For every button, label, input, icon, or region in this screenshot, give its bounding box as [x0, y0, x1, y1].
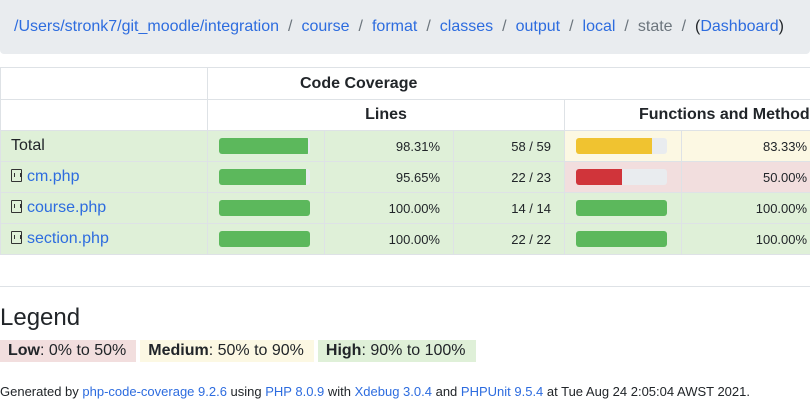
lines-count: 22 / 22 [453, 223, 565, 255]
breadcrumb-item-course[interactable]: course [301, 18, 349, 35]
lines-progress-bar [219, 169, 310, 185]
lines-progress-fill [219, 138, 309, 154]
lines-percent: 95.65% [324, 161, 454, 193]
functions-percent: 100.00% [680, 223, 810, 255]
php-file-icon [11, 200, 22, 213]
legend-medium-label: Medium [148, 342, 209, 359]
total-label: Total [11, 137, 45, 154]
lines-count: 14 / 14 [453, 192, 565, 224]
dashboard-link[interactable]: Dashboard [700, 18, 778, 35]
breadcrumb-item-output[interactable]: output [516, 18, 560, 35]
functions-percent: 50.00% [680, 161, 810, 193]
footer-text: and [431, 384, 461, 399]
breadcrumb-item-state: state [637, 18, 673, 35]
coverage-rows: Total 98.31% 58 / 59 83.33% cm.php 95.65% 22 /… [0, 130, 810, 255]
php-file-icon [11, 231, 22, 244]
footer-text: with [324, 384, 355, 399]
functions-bar-cell [564, 161, 682, 193]
footer-text: Generated by [0, 384, 83, 399]
legend-low: Low: 0% to 50% [0, 340, 137, 362]
functions-progress-fill [576, 138, 652, 154]
functions-header: Functions and Methods [563, 99, 810, 131]
lines-percent: 100.00% [324, 192, 454, 224]
breadcrumb-separator: / [288, 18, 293, 35]
file-link[interactable]: course.php [27, 199, 106, 216]
header-blank [0, 99, 208, 131]
footer-text: using [226, 384, 266, 399]
functions-bar-cell [564, 223, 682, 255]
header-blank [0, 67, 208, 100]
lines-progress-bar [219, 138, 310, 154]
functions-progress-bar [576, 200, 667, 216]
lines-count: 58 / 59 [453, 130, 565, 162]
code-coverage-header: Code Coverage [206, 67, 810, 100]
footer-text: at Tue Aug 24 2:05:04 AWST 2021. [543, 384, 750, 399]
breadcrumb-item-local[interactable]: local [583, 18, 616, 35]
breadcrumb-item-classes[interactable]: classes [440, 18, 493, 35]
functions-percent: 83.33% [680, 130, 810, 162]
breadcrumb-separator: / [681, 18, 687, 35]
legend-high: High: 90% to 100% [317, 340, 476, 362]
lines-progress-fill [219, 231, 310, 247]
breadcrumb-separator: / [502, 18, 507, 35]
breadcrumb-item-format[interactable]: format [372, 18, 417, 35]
functions-percent: 100.00% [680, 192, 810, 224]
legend-medium-range: : 50% to 90% [208, 342, 304, 359]
lines-percent: 100.00% [324, 223, 454, 255]
php-file-icon [11, 169, 22, 182]
table-row: Total 98.31% 58 / 59 83.33% [0, 130, 810, 162]
functions-progress-bar [576, 169, 667, 185]
breadcrumb-item-integration[interactable]: /Users/stronk7/git_moodle/integration [14, 18, 279, 35]
functions-progress-fill [576, 169, 622, 185]
lines-header: Lines [207, 99, 565, 131]
lines-bar-cell [207, 223, 325, 255]
breadcrumb-separator: / [358, 18, 363, 35]
table-row: cm.php 95.65% 22 / 23 50.00% [0, 161, 810, 193]
footer: Generated by php-code-coverage 9.2.6 usi… [0, 384, 750, 399]
breadcrumb-separator: / [569, 18, 574, 35]
lines-progress-bar [219, 231, 310, 247]
legend-high-range: : 90% to 100% [361, 342, 466, 359]
functions-progress-fill [576, 231, 667, 247]
file-name-cell: course.php [0, 192, 208, 224]
xdebug-link[interactable]: Xdebug 3.0.4 [355, 384, 432, 399]
legend-high-label: High [325, 342, 362, 359]
file-name-cell: section.php [0, 223, 208, 255]
php-code-coverage-link[interactable]: php-code-coverage 9.2.6 [82, 384, 227, 399]
functions-bar-cell [564, 130, 682, 162]
divider [0, 286, 810, 287]
lines-count: 22 / 23 [453, 161, 565, 193]
file-name-cell: Total [0, 130, 208, 162]
lines-progress-bar [219, 200, 310, 216]
lines-bar-cell [207, 192, 325, 224]
file-name-cell: cm.php [0, 161, 208, 193]
functions-progress-bar [576, 138, 667, 154]
legend-title: Legend [0, 304, 81, 331]
breadcrumb: /Users/stronk7/git_moodle/integration / co… [0, 0, 810, 54]
lines-bar-cell [207, 161, 325, 193]
table-row: course.php 100.00% 14 / 14 100.00% [0, 192, 810, 224]
legend-medium: Medium: 50% to 90% [140, 340, 314, 362]
functions-progress-fill [576, 200, 667, 216]
php-link[interactable]: PHP 8.0.9 [265, 384, 324, 399]
breadcrumb-path: /Users/stronk7/git_moodle/integration / co… [14, 0, 784, 54]
legend-low-range: : 0% to 50% [40, 342, 127, 359]
lines-progress-fill [219, 200, 310, 216]
file-link[interactable]: section.php [27, 230, 109, 247]
legend: Low: 0% to 50% Medium: 50% to 90% High: 90… [0, 340, 480, 362]
dashboard-close-paren: ) [778, 18, 784, 35]
lines-percent: 98.31% [324, 130, 454, 162]
legend-low-label: Low [8, 342, 40, 359]
phpunit-link[interactable]: PHPUnit 9.5.4 [461, 384, 543, 399]
lines-progress-fill [219, 169, 307, 185]
functions-bar-cell [564, 192, 682, 224]
file-link[interactable]: cm.php [27, 168, 79, 185]
breadcrumb-separator: / [426, 18, 431, 35]
table-row: section.php 100.00% 22 / 22 100.00% [0, 223, 810, 255]
breadcrumb-separator: / [624, 18, 629, 35]
coverage-table: Code Coverage Lines Functions and Method… [0, 67, 810, 255]
lines-bar-cell [207, 130, 325, 162]
functions-progress-bar [576, 231, 667, 247]
